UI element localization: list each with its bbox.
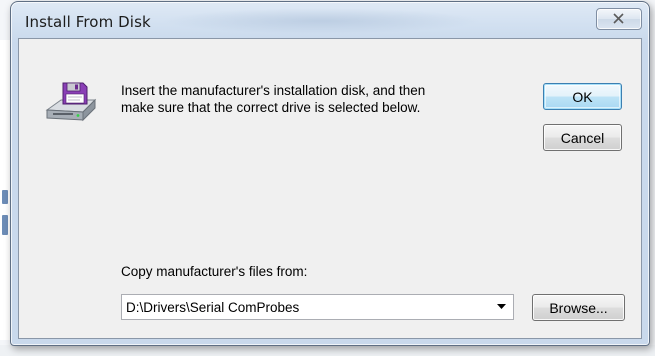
instruction-line-2: make sure that the correct drive is sele… — [121, 100, 421, 115]
title-bar[interactable]: Install From Disk — [11, 2, 649, 42]
path-combobox[interactable]: D:\Drivers\Serial ComProbes — [121, 294, 514, 320]
background-window-bottom — [0, 345, 655, 356]
close-button[interactable] — [596, 8, 642, 30]
ok-button[interactable]: OK — [543, 83, 622, 110]
install-from-disk-dialog: Install From Disk Insert the manufacture… — [10, 1, 650, 346]
background-marker — [2, 190, 8, 204]
glass-blur — [161, 8, 481, 34]
floppy-disk-icon — [45, 82, 97, 122]
browse-button[interactable]: Browse... — [532, 294, 625, 321]
dialog-title: Install From Disk — [25, 13, 151, 31]
close-icon — [613, 13, 624, 24]
copy-from-label: Copy manufacturer's files from: — [121, 264, 308, 279]
path-dropdown-button[interactable] — [493, 295, 513, 319]
instruction-line-1: Insert the manufacturer's installation d… — [121, 83, 426, 98]
background-marker — [2, 215, 8, 235]
instruction-text: Insert the manufacturer's installation d… — [121, 82, 521, 116]
dialog-client-area: Insert the manufacturer's installation d… — [18, 38, 642, 339]
chevron-down-icon — [497, 304, 506, 309]
path-value[interactable]: D:\Drivers\Serial ComProbes — [126, 300, 299, 315]
cancel-button[interactable]: Cancel — [543, 124, 622, 151]
